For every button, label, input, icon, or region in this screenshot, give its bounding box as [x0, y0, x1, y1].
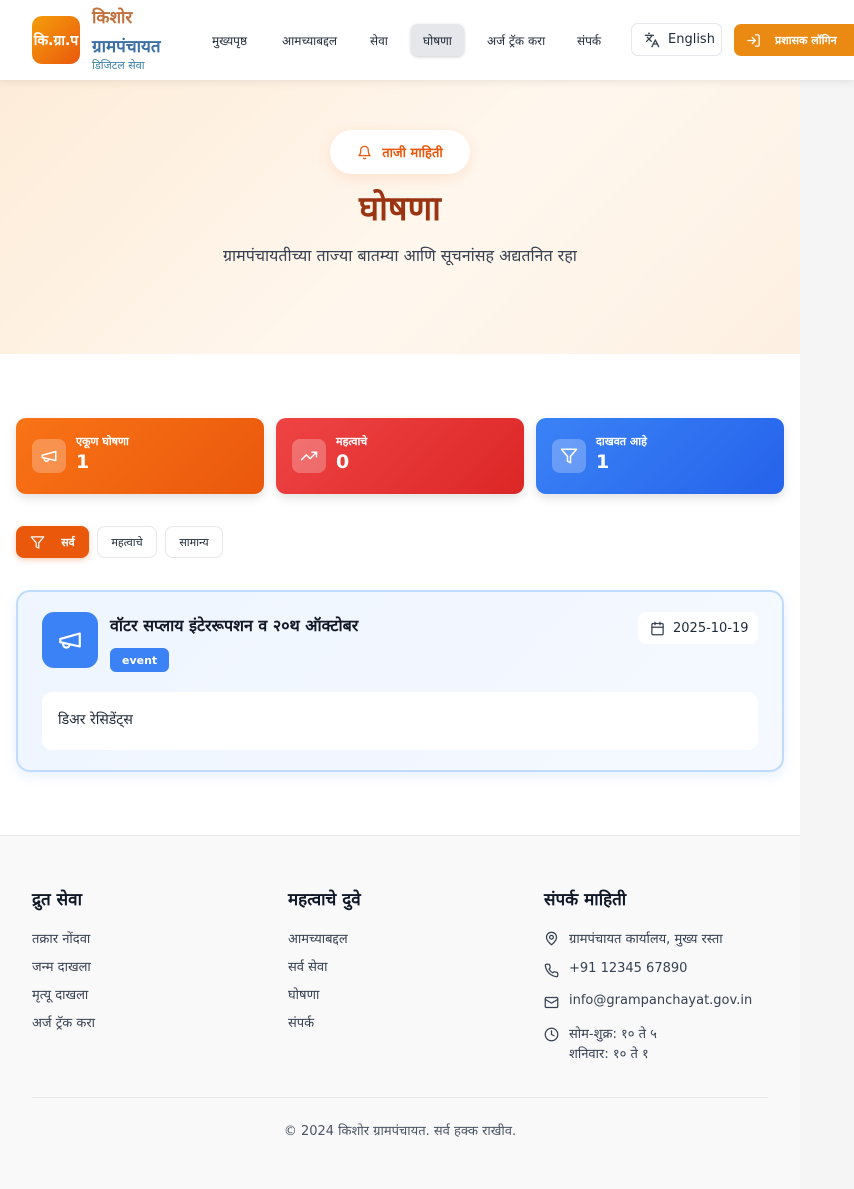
mail-icon: [544, 996, 559, 1009]
stat-card-showing: दाखवत आहे 1: [536, 418, 784, 494]
footer-link-all-services[interactable]: सर्व सेवा: [288, 957, 328, 975]
nav-home[interactable]: मुख्यपृष्ठ: [200, 24, 259, 56]
top-navbar: कि.ग्रा.प किशोर ग्रामपंचायत डिजिटल सेवा …: [0, 0, 854, 80]
announcement-date-text: 2025-10-19: [673, 620, 749, 636]
footer-important-links-title: महत्वाचे दुवे: [288, 890, 361, 910]
announcement-body: डिअर रेसिडेंट्स: [42, 692, 758, 750]
stat-card-total: एकूण घोषणा 1: [16, 418, 264, 494]
nav-services[interactable]: सेवा: [358, 24, 400, 56]
megaphone-icon: [32, 439, 66, 473]
footer-email-text[interactable]: info@grampanchayat.gov.in: [569, 993, 752, 1008]
map-pin-icon: [545, 931, 558, 946]
footer-link-track-application[interactable]: अर्ज ट्रॅक करा: [32, 1013, 95, 1031]
admin-login-button[interactable]: प्रशासक लॉगिन: [734, 24, 854, 56]
footer-contact-title: संपर्क माहिती: [544, 890, 627, 910]
footer-address: ग्रामपंचायत कार्यालय, मुख्य रस्ता: [544, 929, 723, 947]
badge-label: ताजी माहिती: [382, 146, 443, 161]
page-title: घोषणा: [359, 189, 441, 229]
latest-info-badge: ताजी माहिती: [330, 130, 470, 174]
filter-all-label: सर्व: [61, 535, 75, 549]
copyright-text: © 2024 किशोर ग्रामपंचायत. सर्व हक्क राखी…: [283, 1124, 517, 1139]
stat-value: 1: [76, 451, 90, 473]
calendar-icon: [651, 621, 664, 635]
filter-icon: [552, 439, 586, 473]
brand-title[interactable]: किशोर ग्रामपंचायत: [92, 4, 192, 62]
footer-hours-saturday: शनिवार: १० ते १: [569, 1047, 649, 1062]
language-toggle-button[interactable]: English: [631, 23, 722, 56]
bell-icon: [358, 145, 371, 159]
hero-section: ताजी माहिती घोषणा ग्रामपंचायतीच्या ताज्य…: [0, 80, 800, 354]
footer-link-contact[interactable]: संपर्क: [288, 1013, 314, 1031]
footer-phone: +91 12345 67890: [544, 961, 687, 978]
announcement-card[interactable]: वॉटर सप्लाय इंटेररूपशन व २०थ ऑक्टोबर eve…: [16, 590, 784, 772]
phone-icon: [544, 963, 559, 978]
nav-announcements[interactable]: घोषणा: [411, 24, 464, 56]
footer-link-about[interactable]: आमच्याबद्दल: [288, 929, 348, 947]
footer-phone-text[interactable]: +91 12345 67890: [569, 961, 687, 976]
stat-label: एकूण घोषणा: [76, 435, 129, 448]
footer-link-birth-certificate[interactable]: जन्म दाखला: [32, 957, 91, 975]
login-icon: [747, 33, 760, 47]
stat-card-important: महत्वाचे 0: [276, 418, 524, 494]
footer-link-complaint[interactable]: तक्रार नोंदवा: [32, 929, 90, 947]
translate-icon: [644, 32, 660, 47]
stat-value: 0: [336, 451, 350, 473]
page-subtitle: ग्रामपंचायतीच्या ताज्या बातम्या आणि सूचन…: [223, 246, 577, 265]
announcement-date: 2025-10-19: [638, 612, 758, 644]
footer-hours-weekday: सोम-शुक्र: १० ते ५: [569, 1027, 657, 1042]
language-label: English: [668, 32, 715, 47]
footer-divider: [32, 1097, 768, 1098]
nav-contact[interactable]: संपर्क: [565, 24, 613, 56]
nav-track-application[interactable]: अर्ज ट्रॅक करा: [475, 24, 557, 56]
footer: द्रुत सेवा तक्रार नोंदवा जन्म दाखला मृत्…: [0, 835, 800, 1189]
footer-email: info@grampanchayat.gov.in: [544, 993, 752, 1010]
footer-link-death-certificate[interactable]: मृत्यू दाखला: [32, 985, 88, 1003]
footer-address-text: ग्रामपंचायत कार्यालय, मुख्य रस्ता: [569, 932, 723, 947]
footer-hours: सोम-शुक्र: १० ते ५ शनिवार: १० ते १: [544, 1025, 657, 1065]
footer-quick-services-title: द्रुत सेवा: [32, 890, 82, 910]
footer-hours-text: सोम-शुक्र: १० ते ५ शनिवार: १० ते १: [569, 1025, 657, 1065]
announcement-title: वॉटर सप्लाय इंटेररूपशन व २०थ ऑक्टोबर: [110, 616, 359, 635]
megaphone-icon: [42, 612, 98, 668]
filter-all-button[interactable]: सर्व: [16, 526, 89, 558]
nav-about[interactable]: आमच्याबद्दल: [270, 24, 349, 56]
brand-title-line1: किशोर: [92, 8, 133, 28]
filter-icon: [30, 535, 45, 549]
stat-label: महत्वाचे: [336, 435, 368, 448]
site-logo[interactable]: कि.ग्रा.प: [32, 16, 80, 64]
clock-icon: [544, 1027, 559, 1042]
trending-up-icon: [292, 439, 326, 473]
admin-login-label: प्रशासक लॉगिन: [775, 33, 837, 47]
announcement-category-badge: event: [110, 648, 170, 672]
filter-important-button[interactable]: महत्वाचे: [97, 526, 157, 558]
filter-general-button[interactable]: सामान्य: [165, 526, 223, 558]
brand-subtitle: डिजिटल सेवा: [92, 59, 145, 72]
stat-label: दाखवत आहे: [596, 435, 647, 448]
footer-link-announcements[interactable]: घोषणा: [288, 985, 319, 1003]
stat-value: 1: [596, 451, 610, 473]
